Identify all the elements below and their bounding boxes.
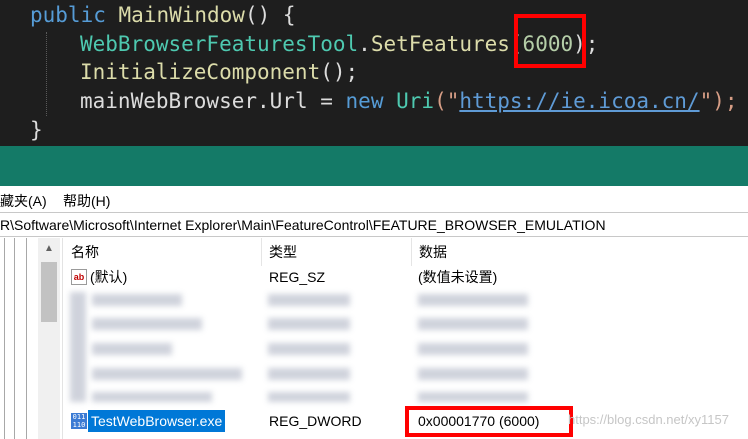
- tree-scrollbar[interactable]: ▲: [38, 238, 60, 439]
- scroll-up-arrow-icon[interactable]: ▲: [38, 242, 60, 256]
- obscured-name: [92, 294, 182, 306]
- code-punct: ();: [320, 60, 359, 84]
- obscured-name: [92, 368, 242, 380]
- string-quote: ");: [699, 89, 738, 113]
- code-line-4[interactable]: mainWebBrowser.Url = new Uri("https://ie…: [80, 87, 738, 116]
- obscured-data: [418, 294, 528, 306]
- value-type: REG_SZ: [269, 269, 326, 285]
- value-name: (默认): [90, 269, 128, 285]
- obscured-data: [418, 368, 528, 380]
- url-link[interactable]: https://ie.icoa.cn/: [459, 89, 699, 113]
- obscured-type: [268, 368, 350, 380]
- highlight-box-data-value: [405, 406, 573, 437]
- class-name: WebBrowserFeaturesTool: [80, 32, 359, 56]
- tree-guide-line: [14, 238, 15, 439]
- menubar: 藏夹(A) 帮助(H): [0, 186, 748, 212]
- obscured-name: [92, 392, 212, 402]
- value-name-selected[interactable]: TestWebBrowser.exe: [88, 410, 226, 432]
- menu-help[interactable]: 帮助(H): [63, 191, 110, 211]
- value-data: (数值未设置): [418, 269, 498, 285]
- code-punct: () {: [244, 3, 296, 27]
- method-name: InitializeComponent: [80, 60, 321, 84]
- column-header-type[interactable]: 类型: [261, 238, 411, 266]
- obscured-data: [418, 392, 528, 402]
- code-line-5[interactable]: }: [30, 116, 43, 145]
- obscured-type: [268, 294, 350, 306]
- string-quote: (": [434, 89, 460, 113]
- address-bar[interactable]: R\Software\Microsoft\Internet Explorer\M…: [0, 212, 748, 237]
- type-uri: Uri: [396, 89, 435, 113]
- indent-guide: [46, 32, 47, 116]
- closing-brace: }: [30, 118, 43, 142]
- dword-value-icon: 011 110: [71, 413, 87, 429]
- obscured-icons: [70, 292, 86, 402]
- obscured-data: [418, 318, 528, 330]
- code-punct: .: [358, 32, 371, 56]
- code-editor[interactable]: public MainWindow() { WebBrowserFeatures…: [0, 0, 748, 146]
- obscured-data: [418, 343, 528, 355]
- code-punct: .Url =: [257, 89, 346, 113]
- table-row-default[interactable]: ab (默认) REG_SZ (数值未设置): [63, 264, 748, 290]
- object-name: mainWebBrowser: [80, 89, 258, 113]
- status-band: [0, 146, 748, 186]
- keyword-public: public: [30, 3, 106, 27]
- method-name: SetFeatures: [370, 32, 510, 56]
- scroll-thumb[interactable]: [41, 262, 57, 322]
- highlight-box-code-value: [514, 14, 586, 68]
- menu-favorites[interactable]: 藏夹(A): [0, 191, 47, 211]
- constructor-name: MainWindow: [118, 3, 245, 27]
- obscured-type: [268, 318, 350, 330]
- tree-guide-line: [4, 238, 5, 439]
- watermark: https://blog.csdn.net/xy1157: [568, 412, 729, 427]
- code-line-1[interactable]: public MainWindow() {: [30, 1, 296, 30]
- code-line-3[interactable]: InitializeComponent();: [80, 58, 358, 87]
- obscured-name: [92, 318, 202, 330]
- column-header-name[interactable]: 名称: [63, 238, 261, 266]
- address-path: R\Software\Microsoft\Internet Explorer\M…: [0, 217, 606, 233]
- column-header-data[interactable]: 数据: [411, 238, 711, 266]
- obscured-type: [268, 392, 350, 402]
- tree-guide-line: [26, 238, 27, 439]
- obscured-name: [92, 343, 172, 355]
- string-value-icon: ab: [71, 269, 87, 285]
- obscured-type: [268, 343, 350, 355]
- keyword-new: new: [345, 89, 384, 113]
- value-type: REG_DWORD: [269, 413, 362, 429]
